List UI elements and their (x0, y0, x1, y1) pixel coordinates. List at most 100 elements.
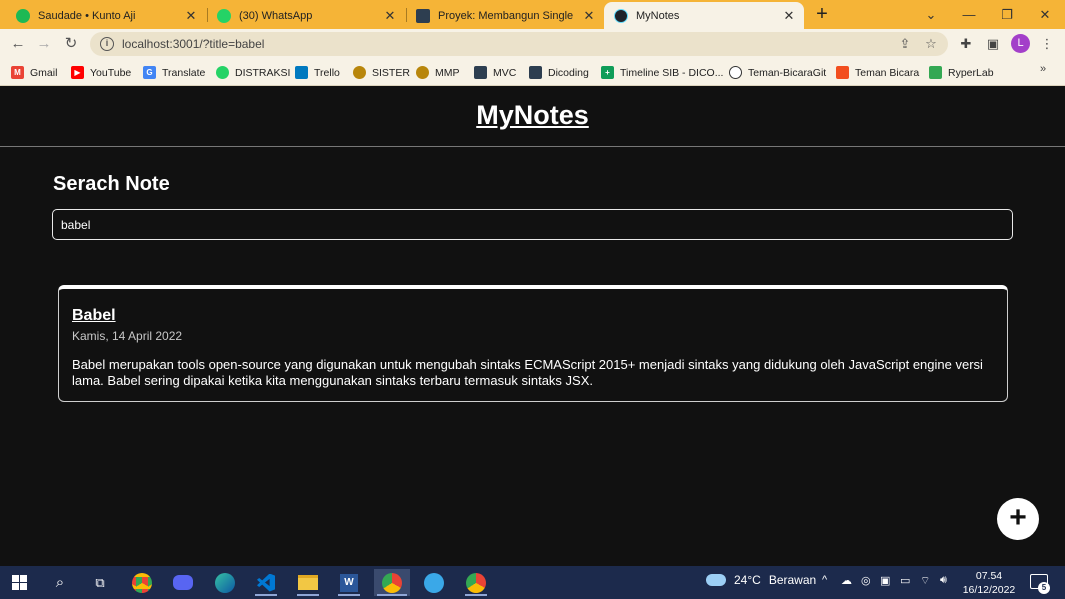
bookmark-mmp[interactable]: MMP (416, 63, 460, 82)
taskbar-discord[interactable] (169, 569, 197, 596)
dicoding-icon (529, 66, 542, 79)
site-info-icon[interactable]: i (100, 37, 114, 51)
tab-whatsapp[interactable]: (30) WhatsApp ✕ (207, 2, 405, 29)
bookmark-gmail[interactable]: M Gmail (11, 63, 57, 82)
bookmarks-overflow-icon[interactable]: » (1040, 63, 1046, 75)
bookmark-label: Dicoding (548, 66, 589, 79)
cloud-icon (706, 574, 726, 586)
taskbar-chrome[interactable] (128, 569, 156, 596)
start-button[interactable] (5, 569, 33, 596)
page-content: MyNotes Serach Note Babel Kamis, 14 Apri… (0, 86, 1065, 566)
weather-condition: Berawan (768, 573, 817, 587)
onedrive-icon[interactable]: ☁ (841, 574, 852, 587)
running-indicator (338, 594, 360, 596)
new-tab-button[interactable]: + (812, 4, 832, 24)
bookmark-sister[interactable]: SISTER (353, 63, 410, 82)
bookmarks-bar: M Gmail ▶ YouTube G Translate DISTRAKSI … (0, 59, 1065, 86)
back-icon[interactable]: ← (8, 34, 28, 54)
bookmark-label: YouTube (90, 66, 132, 79)
bookmark-mvc[interactable]: MVC (474, 63, 516, 82)
tab-mynotes[interactable]: MyNotes ✕ (604, 2, 804, 29)
discord-icon (173, 575, 193, 590)
tab-title: Proyek: Membangun Single Page (438, 9, 576, 22)
github-icon (729, 66, 742, 79)
bookmark-distraksi[interactable]: DISTRAKSI (216, 63, 290, 82)
bookmark-label: Translate (162, 66, 206, 79)
bookmark-star-icon[interactable]: ☆ (922, 36, 940, 52)
taskbar-chrome-profile-active[interactable] (374, 569, 410, 596)
taskbar-app-bird[interactable] (420, 569, 448, 596)
taskbar-chrome-profile-2[interactable] (462, 569, 490, 596)
react-icon (614, 8, 628, 23)
tab-spotify[interactable]: Saudade • Kunto Aji ✕ (6, 2, 206, 29)
dicoding-icon (474, 66, 487, 79)
youtube-icon: ▶ (71, 66, 84, 79)
search-icon[interactable]: ⌕ (46, 569, 74, 596)
share-icon[interactable]: ⇪ (896, 36, 914, 52)
close-icon[interactable]: ✕ (383, 8, 397, 24)
address-url[interactable]: localhost:3001/?title=babel (122, 37, 896, 51)
task-view-icon[interactable]: ⧉ (86, 569, 114, 596)
weather-temp: 24°C (734, 573, 761, 587)
tab-dicoding[interactable]: Proyek: Membangun Single Page ✕ (406, 2, 604, 29)
chrome-icon (466, 572, 486, 593)
clock-time: 07.54 (975, 570, 1003, 582)
close-window-icon[interactable]: ✕ (1026, 0, 1064, 29)
display-icon[interactable]: ▣ (880, 574, 890, 587)
side-panel-icon[interactable]: ▣ (984, 35, 1002, 53)
bookmark-label: Teman Bicara (855, 66, 920, 79)
windows-icon (11, 575, 27, 590)
taskbar: ⌕ ⧉ W 24°C Berawan ^ ☁ ◎ ▣ ▭ ⌔ 🔊︎ 07.54 … (0, 566, 1065, 599)
profile-avatar[interactable]: L (1011, 34, 1030, 53)
forward-icon[interactable]: → (34, 34, 54, 54)
add-note-button[interactable]: + (997, 498, 1039, 540)
bookmark-timeline[interactable]: + Timeline SIB - DICO... (601, 63, 723, 82)
bookmark-dicoding[interactable]: Dicoding (529, 63, 589, 82)
minimize-icon[interactable]: — (950, 0, 988, 29)
bookmark-teman-bicara[interactable]: Teman Bicara (836, 63, 919, 82)
reload-icon[interactable]: ↻ (61, 34, 81, 54)
taskbar-vscode[interactable] (252, 569, 280, 596)
bookmark-translate[interactable]: G Translate (143, 63, 205, 82)
bookmark-label: Gmail (30, 66, 58, 79)
vscode-icon (257, 573, 275, 592)
gmail-icon: M (11, 66, 24, 79)
taskbar-file-explorer[interactable] (294, 569, 322, 596)
volume-icon[interactable]: 🔊︎ (940, 574, 947, 587)
system-clock[interactable]: 07.54 16/12/2022 (962, 569, 1016, 597)
edge-icon (215, 572, 235, 593)
battery-icon[interactable]: ▭ (900, 574, 910, 587)
extensions-icon[interactable]: ✚ (957, 35, 975, 53)
whatsapp-icon (216, 66, 229, 79)
bookmark-teman-bicaragit[interactable]: Teman-BicaraGit (729, 63, 826, 82)
close-icon[interactable]: ✕ (582, 8, 596, 24)
restore-icon[interactable]: ❐ (988, 0, 1026, 29)
bookmark-youtube[interactable]: ▶ YouTube (71, 63, 131, 82)
app-brand[interactable]: MyNotes (0, 100, 1065, 131)
tab-title: Saudade • Kunto Aji (38, 9, 136, 22)
bookmark-ryperlab[interactable]: RyperLab (929, 63, 994, 82)
meet-icon[interactable]: ◎ (861, 574, 871, 587)
bookmark-label: Timeline SIB - DICO... (620, 66, 724, 79)
wifi-icon[interactable]: ⌔ (920, 574, 930, 588)
search-input[interactable] (52, 209, 1013, 240)
translate-icon: G (143, 66, 156, 79)
chevron-up-icon[interactable]: ^ (822, 574, 827, 586)
chrome-icon (382, 572, 402, 593)
mmp-icon (416, 66, 429, 79)
running-indicator (255, 594, 277, 596)
taskbar-word[interactable]: W (335, 569, 363, 596)
close-icon[interactable]: ✕ (782, 8, 796, 24)
note-title[interactable]: Babel (72, 307, 116, 325)
address-bar[interactable]: i localhost:3001/?title=babel ⇪ ☆ (90, 32, 948, 56)
close-icon[interactable]: ✕ (184, 8, 198, 24)
menu-icon[interactable]: ⋮ (1038, 35, 1056, 53)
bookmark-label: SISTER (372, 66, 410, 79)
search-heading: Serach Note (53, 173, 170, 195)
tab-search-icon[interactable]: ⌄ (912, 0, 950, 29)
bookmark-trello[interactable]: Trello (295, 63, 340, 82)
weather-widget[interactable]: 24°C Berawan (706, 573, 816, 587)
trello-icon (295, 66, 308, 79)
taskbar-edge[interactable] (211, 569, 239, 596)
running-indicator (297, 594, 319, 596)
